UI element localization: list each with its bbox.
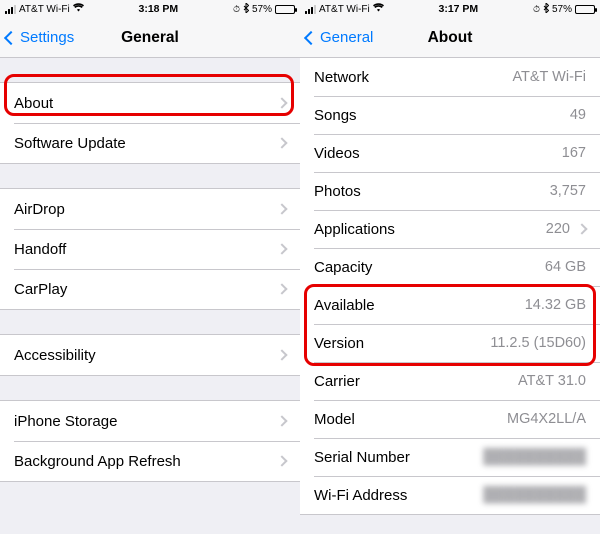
row-handoff[interactable]: Handoff (0, 229, 300, 269)
row-applications[interactable]: Applications220 (300, 210, 600, 248)
chevron-right-icon (276, 97, 287, 108)
battery-icon (575, 5, 595, 14)
screen-general: AT&T Wi-Fi 3:18 PM ⏱ 57% Settings Genera… (0, 0, 300, 534)
row-serial-number: Serial Number██████████ (300, 438, 600, 476)
row-value: 64 GB (545, 259, 586, 275)
back-label: Settings (20, 29, 74, 46)
battery-pct: 57% (252, 4, 272, 15)
chevron-left-icon (4, 30, 18, 44)
chevron-right-icon (276, 137, 287, 148)
row-carrier: CarrierAT&T 31.0 (300, 362, 600, 400)
wifi-icon (373, 3, 384, 15)
signal-icon (305, 5, 316, 14)
row-network: NetworkAT&T Wi-Fi (300, 58, 600, 96)
chevron-left-icon (304, 30, 318, 44)
battery-pct: 57% (552, 4, 572, 15)
wifi-icon (73, 3, 84, 15)
back-button[interactable]: General (300, 29, 373, 46)
row-label: Applications (314, 221, 546, 238)
content-general: About Software Update AirDrop Handoff CarPla… (0, 58, 300, 534)
row-about[interactable]: About (0, 83, 300, 123)
row-label: Photos (314, 183, 550, 200)
back-button[interactable]: Settings (0, 29, 74, 46)
status-bar: AT&T Wi-Fi 3:17 PM ⏱ 57% (300, 0, 600, 18)
clock: 3:18 PM (139, 3, 179, 15)
chevron-right-icon (276, 243, 287, 254)
row-airdrop[interactable]: AirDrop (0, 189, 300, 229)
row-accessibility[interactable]: Accessibility (0, 335, 300, 375)
row-value: 167 (562, 145, 586, 161)
row-value: AT&T 31.0 (518, 373, 586, 389)
carrier-label: AT&T Wi-Fi (319, 4, 370, 15)
carrier-label: AT&T Wi-Fi (19, 4, 70, 15)
row-label: About (14, 95, 270, 112)
row-capacity: Capacity64 GB (300, 248, 600, 286)
row-background-app-refresh[interactable]: Background App Refresh (0, 441, 300, 481)
row-value: AT&T Wi-Fi (512, 69, 586, 85)
chevron-right-icon (576, 223, 587, 234)
bluetooth-icon (243, 3, 249, 15)
bluetooth-icon (543, 3, 549, 15)
battery-icon (275, 5, 295, 14)
row-iphone-storage[interactable]: iPhone Storage (0, 401, 300, 441)
alarm-icon: ⏱ (533, 4, 540, 15)
row-software-update[interactable]: Software Update (0, 123, 300, 163)
row-available: Available14.32 GB (300, 286, 600, 324)
row-model: ModelMG4X2LL/A (300, 400, 600, 438)
row-label: Background App Refresh (14, 453, 270, 470)
row-value: 220 (546, 221, 570, 237)
row-songs: Songs49 (300, 96, 600, 134)
row-label: Handoff (14, 241, 270, 258)
signal-icon (5, 5, 16, 14)
row-label: Songs (314, 107, 570, 124)
row-label: Wi-Fi Address (314, 487, 483, 504)
row-label: Serial Number (314, 449, 483, 466)
row-value: MG4X2LL/A (507, 411, 586, 427)
screen-about: AT&T Wi-Fi 3:17 PM ⏱ 57% General About N… (300, 0, 600, 534)
chevron-right-icon (276, 349, 287, 360)
row-label: Version (314, 335, 490, 352)
chevron-right-icon (276, 203, 287, 214)
row-value: ██████████ (483, 487, 586, 503)
row-label: Software Update (14, 135, 270, 152)
row-value: 49 (570, 107, 586, 123)
clock: 3:17 PM (439, 3, 479, 15)
alarm-icon: ⏱ (233, 4, 240, 15)
row-label: Capacity (314, 259, 545, 276)
row-label: CarPlay (14, 281, 270, 298)
nav-bar: Settings General (0, 18, 300, 58)
nav-bar: General About (300, 18, 600, 58)
content-about: NetworkAT&T Wi-FiSongs49Videos167Photos3… (300, 58, 600, 534)
status-bar: AT&T Wi-Fi 3:18 PM ⏱ 57% (0, 0, 300, 18)
chevron-right-icon (276, 415, 287, 426)
row-value: 3,757 (550, 183, 586, 199)
row-value: 11.2.5 (15D60) (490, 335, 586, 351)
row-label: Videos (314, 145, 562, 162)
row-value: ██████████ (483, 449, 586, 465)
chevron-right-icon (276, 455, 287, 466)
row-videos: Videos167 (300, 134, 600, 172)
row-label: iPhone Storage (14, 413, 270, 430)
row-label: AirDrop (14, 201, 270, 218)
row-label: Model (314, 411, 507, 428)
row-value: 14.32 GB (525, 297, 586, 313)
back-label: General (320, 29, 373, 46)
row-photos: Photos3,757 (300, 172, 600, 210)
row-carplay[interactable]: CarPlay (0, 269, 300, 309)
row-version: Version11.2.5 (15D60) (300, 324, 600, 362)
row-wi-fi-address: Wi-Fi Address██████████ (300, 476, 600, 514)
row-label: Network (314, 69, 512, 86)
row-label: Accessibility (14, 347, 270, 364)
row-label: Available (314, 297, 525, 314)
row-label: Carrier (314, 373, 518, 390)
chevron-right-icon (276, 283, 287, 294)
